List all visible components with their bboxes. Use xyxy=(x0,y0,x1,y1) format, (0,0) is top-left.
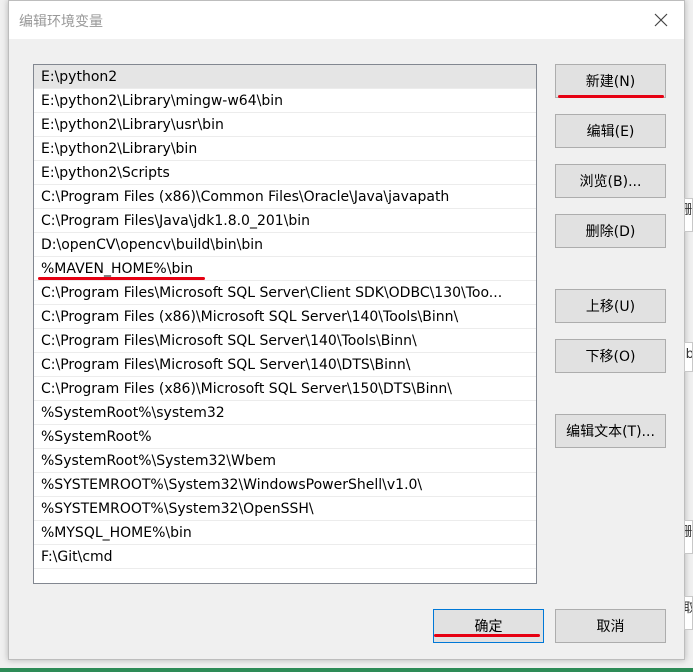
dialog-title: 编辑环境变量 xyxy=(19,14,103,30)
move-down-button[interactable]: 下移(O) xyxy=(555,339,666,373)
path-text: %SystemRoot%\System32\Wbem xyxy=(41,453,276,469)
path-list-item[interactable]: %SystemRoot%\system32 xyxy=(34,401,536,425)
path-text: C:\Program Files\Java\jdk1.8.0_201\bin xyxy=(41,213,311,229)
path-list-item[interactable]: C:\Program Files\Microsoft SQL Server\14… xyxy=(34,329,536,353)
path-list-item[interactable]: C:\Program Files\Java\jdk1.8.0_201\bin xyxy=(34,209,536,233)
path-text: %SYSTEMROOT%\System32\WindowsPowerShell\… xyxy=(41,477,423,493)
path-text: D:\openCV\opencv\build\bin\bin xyxy=(41,237,264,253)
path-text: %MYSQL_HOME%\bin xyxy=(41,525,192,541)
new-button[interactable]: 新建(N) xyxy=(555,64,666,98)
taskbar-edge xyxy=(0,668,693,672)
path-list-item[interactable]: E:\python2\Scripts xyxy=(34,161,536,185)
path-list[interactable]: E:\python2 E:\python2\Library\mingw-w64\b… xyxy=(33,64,537,584)
background-window-fragment: 删 xyxy=(684,520,693,554)
edit-env-variable-dialog: 编辑环境变量 E:\python2 E:\python2\Library\ming… xyxy=(8,0,685,660)
path-text: C:\Program Files (x86)\Microsoft SQL Ser… xyxy=(41,309,459,325)
ok-button[interactable]: 确定 xyxy=(433,609,544,643)
close-button[interactable] xyxy=(638,1,684,39)
path-text: C:\Program Files\Microsoft SQL Server\Cl… xyxy=(41,285,503,301)
path-list-item[interactable]: C:\Program Files\Microsoft SQL Server\14… xyxy=(34,353,536,377)
path-list-item[interactable]: E:\python2\Library\usr\bin xyxy=(34,113,536,137)
edit-text-button[interactable]: 编辑文本(T)... xyxy=(555,414,666,448)
path-list-item[interactable]: C:\Program Files (x86)\Microsoft SQL Ser… xyxy=(34,305,536,329)
path-text: E:\python2\Library\bin xyxy=(41,141,198,157)
background-window-fragment: ib xyxy=(684,342,693,372)
ok-button-annotation xyxy=(434,634,540,637)
path-text: F:\Git\cmd xyxy=(41,549,113,565)
delete-button[interactable]: 删除(D) xyxy=(555,214,666,248)
path-text: %SystemRoot% xyxy=(41,429,152,445)
path-list-item[interactable]: C:\Program Files (x86)\Microsoft SQL Ser… xyxy=(34,377,536,401)
path-list-item[interactable]: D:\openCV\opencv\build\bin\bin xyxy=(34,233,536,257)
path-list-item[interactable]: C:\Program Files (x86)\Common Files\Orac… xyxy=(34,185,536,209)
path-text: E:\python2\Library\mingw-w64\bin xyxy=(41,93,283,109)
cancel-button[interactable]: 取消 xyxy=(555,609,666,643)
title-bar: 编辑环境变量 xyxy=(9,1,684,39)
path-list-item[interactable]: F:\Git\cmd xyxy=(34,545,536,569)
path-list-item[interactable]: %MYSQL_HOME%\bin xyxy=(34,521,536,545)
path-text: C:\Program Files (x86)\Common Files\Orac… xyxy=(41,189,450,205)
edit-button[interactable]: 编辑(E) xyxy=(555,114,666,148)
path-list-item[interactable]: E:\python2\Library\bin xyxy=(34,137,536,161)
path-text: E:\python2 xyxy=(41,69,118,85)
background-window-fragment: 删 xyxy=(684,198,693,232)
close-icon xyxy=(654,13,668,27)
path-text: %MAVEN_HOME%\bin xyxy=(41,261,194,277)
path-text: C:\Program Files\Microsoft SQL Server\14… xyxy=(41,333,417,349)
path-list-item[interactable]: %SYSTEMROOT%\System32\OpenSSH\ xyxy=(34,497,536,521)
new-button-annotation xyxy=(558,95,664,98)
path-list-item[interactable]: %SYSTEMROOT%\System32\WindowsPowerShell\… xyxy=(34,473,536,497)
path-list-item[interactable]: %SystemRoot%\System32\Wbem xyxy=(34,449,536,473)
path-text: %SystemRoot%\system32 xyxy=(41,405,225,421)
background-window-fragment: 取 xyxy=(684,596,693,630)
path-list-item[interactable]: E:\python2\Library\mingw-w64\bin xyxy=(34,89,536,113)
path-list-item[interactable]: C:\Program Files\Microsoft SQL Server\Cl… xyxy=(34,281,536,305)
browse-button[interactable]: 浏览(B)... xyxy=(555,164,666,198)
path-text: C:\Program Files\Microsoft SQL Server\14… xyxy=(41,357,411,373)
path-text: %SYSTEMROOT%\System32\OpenSSH\ xyxy=(41,501,314,517)
path-annotation-underline xyxy=(38,277,205,280)
path-text: C:\Program Files (x86)\Microsoft SQL Ser… xyxy=(41,381,452,397)
path-list-item[interactable]: %SystemRoot% xyxy=(34,425,536,449)
move-up-button[interactable]: 上移(U) xyxy=(555,289,666,323)
path-text: E:\python2\Scripts xyxy=(41,165,170,181)
path-text: E:\python2\Library\usr\bin xyxy=(41,117,224,133)
path-list-item[interactable]: E:\python2 xyxy=(34,65,536,89)
path-list-item[interactable]: %MAVEN_HOME%\bin xyxy=(34,257,536,281)
